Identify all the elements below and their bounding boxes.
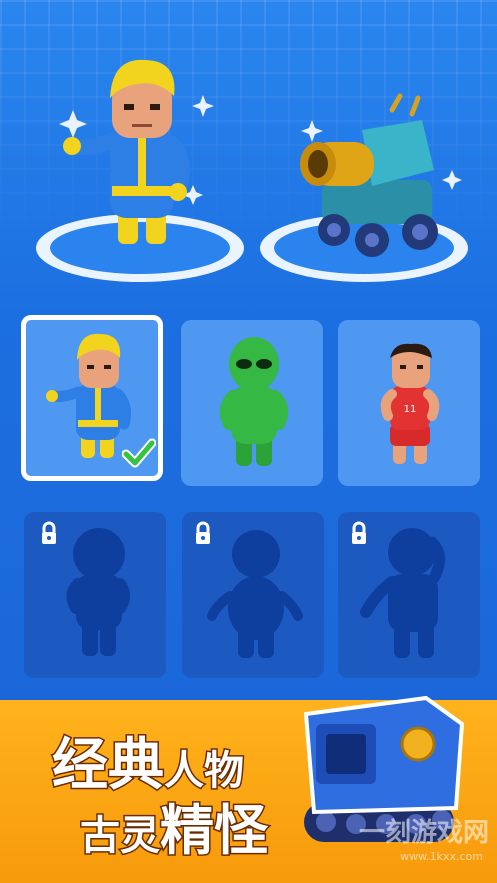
character-card-locked-2[interactable] [182, 512, 324, 678]
cannon-preview [260, 93, 468, 282]
checkmark-icon [122, 438, 156, 468]
character-preview [36, 59, 244, 282]
banner-title-line2: 古灵精怪 [79, 786, 270, 865]
character-card-green-alien[interactable] [181, 320, 323, 486]
character-card-vault-boy[interactable] [21, 315, 163, 481]
banner-subtitle-big: 精怪 [159, 798, 270, 864]
character-card-basketball-player[interactable]: 11 [338, 320, 480, 486]
character-card-locked-3[interactable] [338, 512, 480, 678]
jersey-number: 11 [404, 404, 417, 415]
watermark-url: www.1kxx.com [400, 850, 483, 863]
banner-subtitle-small: 古灵 [79, 812, 162, 861]
character-card-locked-1[interactable] [24, 512, 166, 678]
watermark: 一刻游戏网 [358, 818, 489, 848]
